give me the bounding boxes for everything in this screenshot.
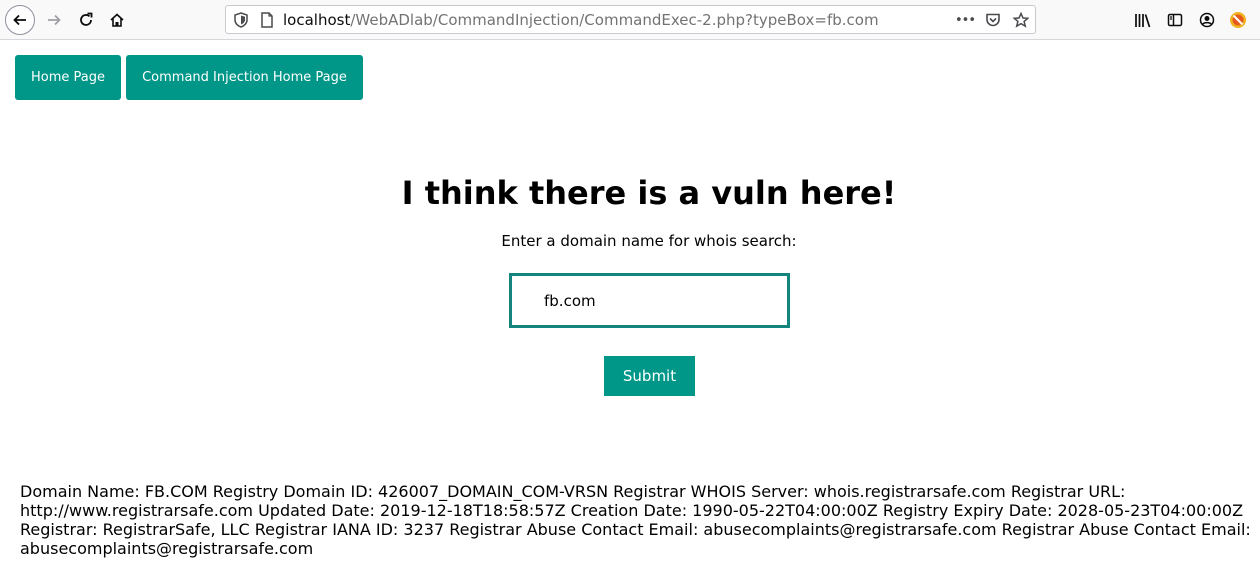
page-icon[interactable] <box>259 12 275 28</box>
whois-line: http://www.registrarsafe.com Updated Dat… <box>20 501 1244 520</box>
browser-toolbar: localhost/WebADlab/CommandInjection/Comm… <box>0 0 1260 40</box>
url-bar[interactable]: localhost/WebADlab/CommandInjection/Comm… <box>225 5 1036 34</box>
account-icon[interactable] <box>1197 10 1217 30</box>
pocket-icon[interactable] <box>985 12 1001 28</box>
more-icon[interactable]: ••• <box>955 12 976 28</box>
page-title: I think there is a vuln here! <box>401 174 897 212</box>
reload-button[interactable] <box>71 5 101 35</box>
whois-line: abusecomplaints@registrarsafe.com <box>20 539 314 558</box>
whois-line: Domain Name: FB.COM Registry Domain ID: … <box>20 482 1126 501</box>
shield-icon[interactable] <box>233 12 249 28</box>
url-text[interactable]: localhost/WebADlab/CommandInjection/Comm… <box>283 11 879 29</box>
whois-line: Registrar: RegistrarSafe, LLC Registrar … <box>20 520 1251 539</box>
sidebar-icon[interactable] <box>1165 10 1185 30</box>
home-page-button[interactable]: Home Page <box>15 55 121 100</box>
url-path: /WebADlab/CommandInjection/CommandExec-2… <box>350 11 879 29</box>
submit-button[interactable]: Submit <box>604 356 695 396</box>
back-button[interactable] <box>5 5 35 35</box>
search-prompt: Enter a domain name for whois search: <box>501 232 797 250</box>
whois-output: Domain Name: FB.COM Registry Domain ID: … <box>20 482 1256 558</box>
forward-arrow-icon <box>48 14 61 26</box>
url-host: localhost <box>283 11 351 29</box>
reload-icon <box>80 12 93 26</box>
star-icon[interactable] <box>1013 12 1029 28</box>
domain-input[interactable] <box>509 273 790 328</box>
back-arrow-icon <box>13 14 26 26</box>
forward-button[interactable] <box>39 5 69 35</box>
command-injection-home-button[interactable]: Command Injection Home Page <box>126 55 363 100</box>
library-icon[interactable] <box>1133 10 1153 30</box>
home-button[interactable] <box>102 5 132 35</box>
home-icon <box>110 13 124 27</box>
extension-icon[interactable] <box>1228 10 1248 30</box>
